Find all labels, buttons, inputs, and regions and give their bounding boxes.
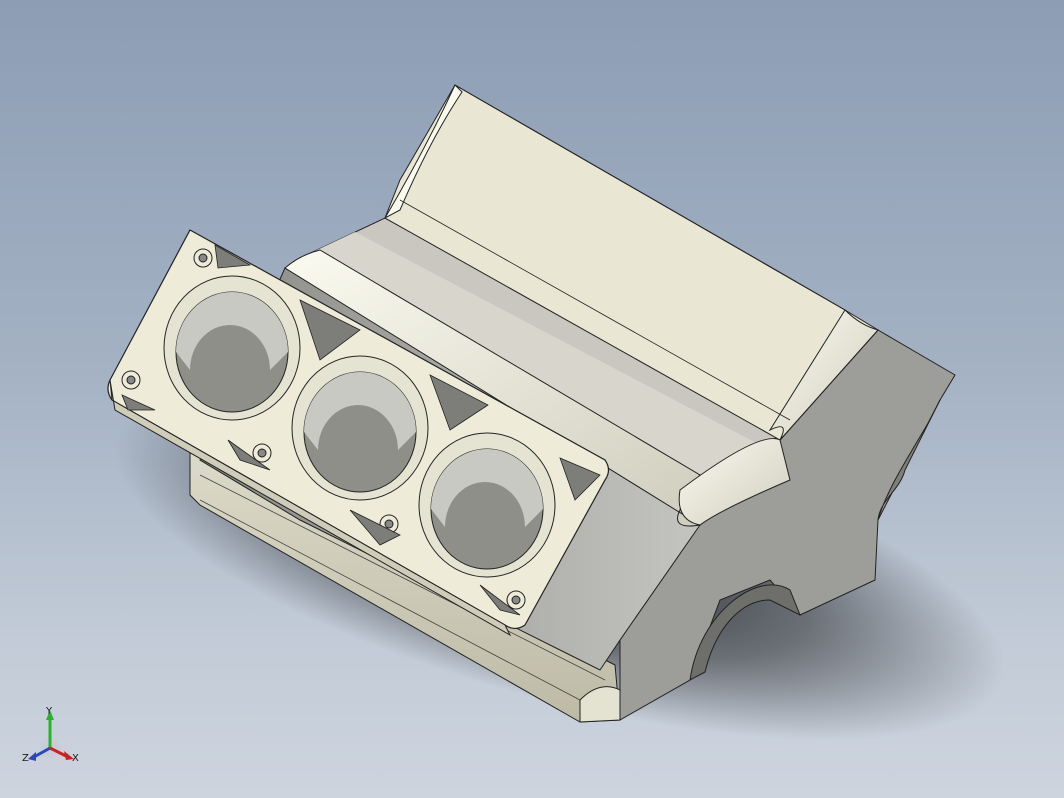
triad-x-label: X xyxy=(72,753,79,764)
bolt-hole xyxy=(506,590,526,610)
graphics-viewport[interactable]: Y X Z xyxy=(0,0,1064,798)
triad-y-label: Y xyxy=(45,706,53,717)
triad-z-label: Z xyxy=(22,753,29,764)
triad-z-arrow xyxy=(28,752,36,761)
bolt-hole xyxy=(121,370,141,390)
view-triad[interactable]: Y X Z xyxy=(22,706,79,764)
model-view[interactable]: Y X Z xyxy=(0,0,1064,798)
cylinder-bore-1 xyxy=(163,275,301,421)
cylinder-bore-3 xyxy=(418,432,556,578)
cylinder-bore-2 xyxy=(291,355,429,501)
bolt-hole xyxy=(193,248,213,268)
